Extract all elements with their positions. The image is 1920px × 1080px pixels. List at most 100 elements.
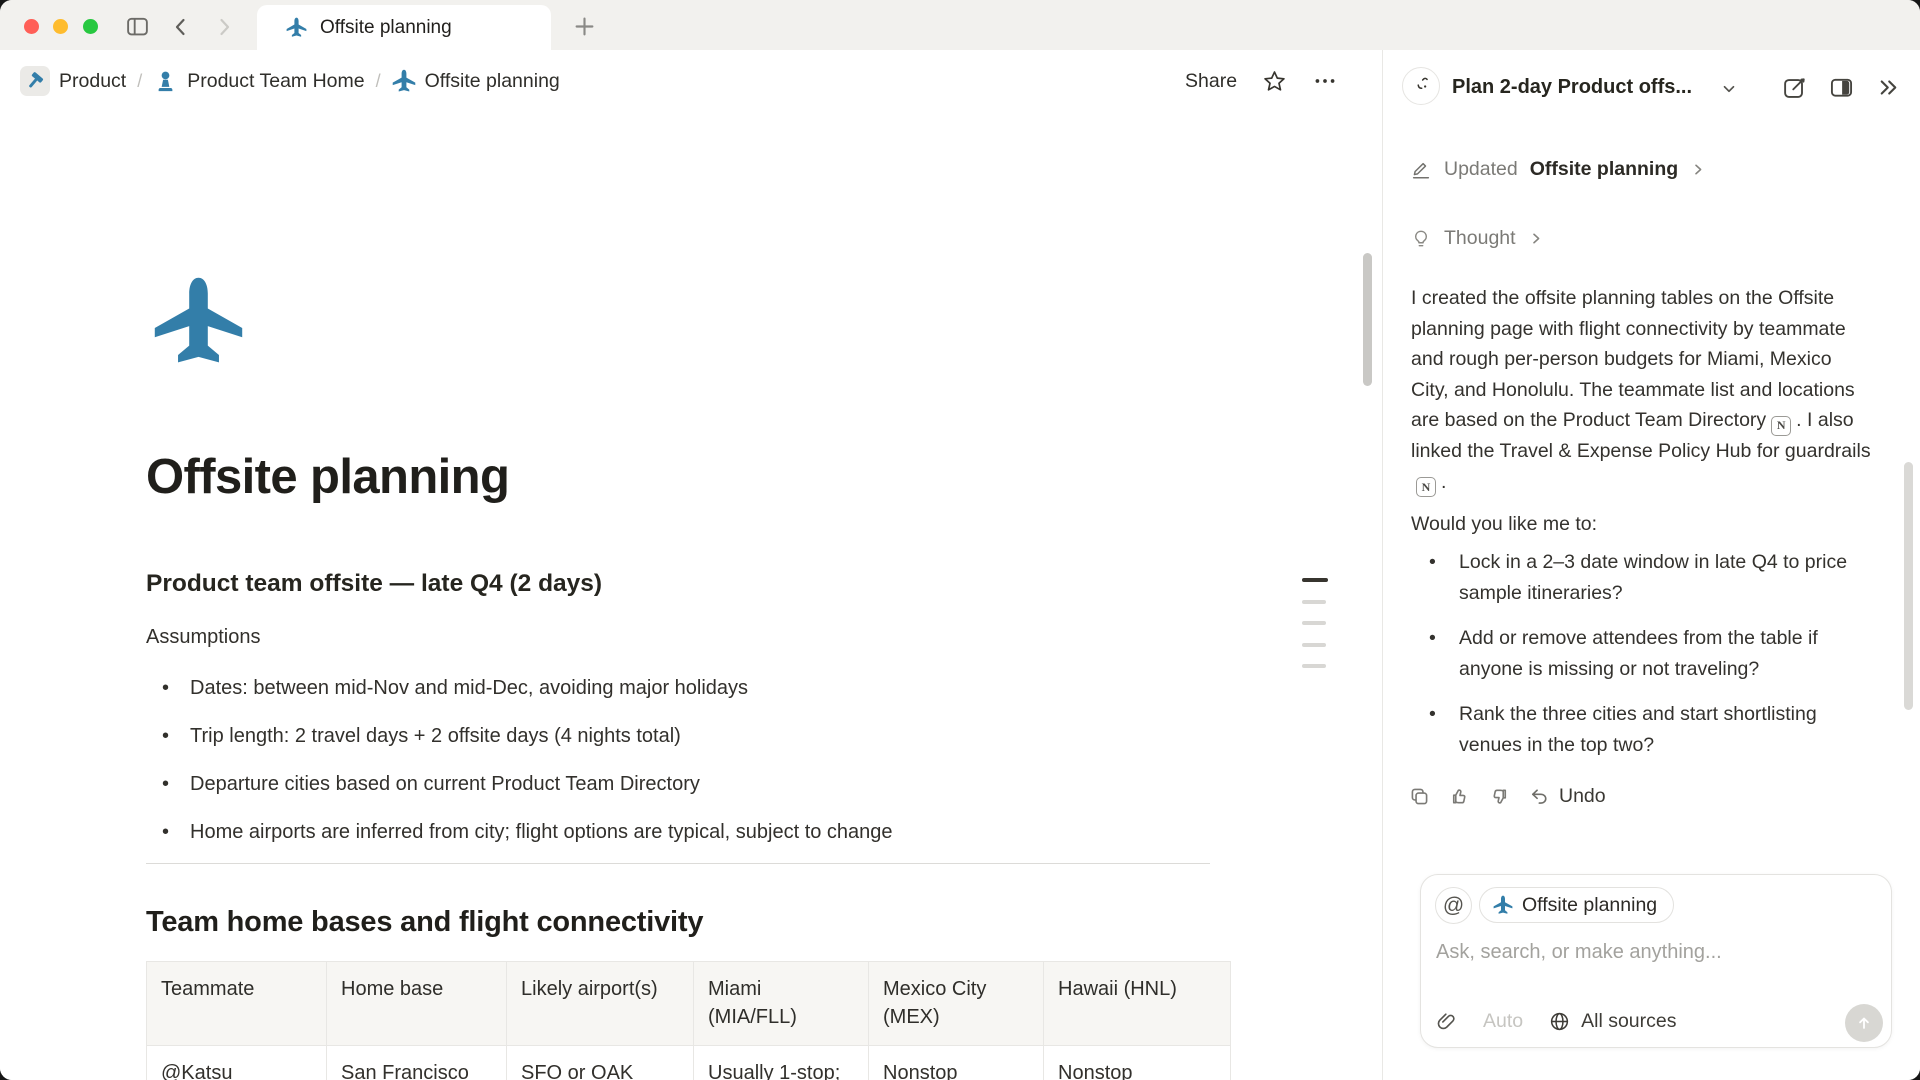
section-heading-offsite[interactable]: Product team offsite — late Q4 (2 days) (146, 570, 602, 598)
nav-forward-icon[interactable] (212, 15, 236, 39)
outline-dash[interactable] (1302, 664, 1326, 668)
notion-page-badge-icon[interactable]: N (1771, 416, 1791, 436)
outline-dash[interactable] (1302, 643, 1326, 647)
topbar-actions: Share (1185, 50, 1338, 112)
airplane-icon (392, 69, 416, 93)
table-header-cell[interactable]: Likely airport(s) (507, 962, 694, 1046)
connectivity-table: Teammate Home base Likely airport(s) Mia… (146, 961, 1231, 1080)
ai-panel-header: Plan 2-day Product offs... (1383, 50, 1920, 112)
nav-back-icon[interactable] (169, 15, 193, 39)
updated-page-name: Offsite planning (1530, 158, 1678, 181)
thumbs-up-icon[interactable] (1448, 785, 1471, 808)
table-header-cell[interactable]: Home base (327, 962, 507, 1046)
sidebar-toggle-icon[interactable] (125, 14, 150, 39)
window-minimize-button[interactable] (53, 19, 68, 34)
section-heading-table[interactable]: Team home bases and flight connectivity (146, 906, 703, 939)
updated-label: Updated (1444, 158, 1518, 181)
chevron-right-icon (1528, 230, 1545, 247)
outline-dash[interactable] (1302, 600, 1326, 604)
chat-input-box[interactable]: @ Offsite planning Ask, search, or make … (1420, 874, 1892, 1048)
table-header-cell[interactable]: Teammate (147, 962, 327, 1046)
outline-dash[interactable] (1302, 621, 1326, 625)
list-item[interactable]: Departure cities based on current Produc… (152, 769, 893, 799)
app-window: Offsite planning Product / Product Team … (0, 0, 1920, 1080)
more-options-icon[interactable] (1312, 68, 1338, 94)
tab-label: Offsite planning (320, 17, 452, 39)
thumbs-down-icon[interactable] (1488, 785, 1511, 808)
outline-dash[interactable] (1302, 578, 1328, 582)
top-bar: Product / Product Team Home / Offsite pl… (0, 50, 1382, 112)
assumptions-label[interactable]: Assumptions (146, 626, 261, 649)
suggestion-item[interactable]: Add or remove attendees from the table i… (1411, 623, 1851, 684)
suggestion-item[interactable]: Lock in a 2–3 date window in late Q4 to … (1411, 547, 1851, 608)
new-tab-button[interactable] (570, 12, 598, 40)
thread-title[interactable]: Plan 2-day Product offs... (1452, 76, 1692, 99)
undo-button[interactable]: Undo (1528, 785, 1606, 808)
table-header-cell[interactable]: Mexico City (MEX) (869, 962, 1044, 1046)
document-scrollbar[interactable] (1363, 253, 1372, 386)
ai-panel: Plan 2-day Product offs... Updated (1383, 50, 1920, 1080)
table-header-cell[interactable]: Miami (MIA/FLL) (694, 962, 869, 1046)
table-header-cell[interactable]: Hawaii (HNL) (1044, 962, 1231, 1046)
window-close-button[interactable] (24, 19, 39, 34)
ai-suggestions-list: Lock in a 2–3 date window in late Q4 to … (1411, 547, 1851, 776)
suggestion-item[interactable]: Rank the three cities and start shortlis… (1411, 699, 1851, 760)
table-cell[interactable]: Usually 1-stop; (694, 1046, 869, 1080)
attachment-paperclip-icon[interactable] (1435, 1010, 1458, 1033)
list-item[interactable]: Trip length: 2 travel days + 2 offsite d… (152, 721, 893, 751)
table-cell[interactable]: Nonstop (1044, 1046, 1231, 1080)
table-cell[interactable]: San Francisco (327, 1046, 507, 1080)
response-actions: Undo (1408, 785, 1606, 808)
breadcrumb-item-offsite-planning[interactable]: Offsite planning (392, 69, 560, 93)
panel-header-icons (1782, 75, 1901, 100)
compose-icon[interactable] (1782, 75, 1807, 100)
chevron-down-icon[interactable] (1720, 80, 1738, 98)
page-airplane-icon[interactable] (152, 275, 245, 368)
page-title[interactable]: Offsite planning (146, 449, 509, 505)
chevron-right-icon (1690, 161, 1707, 178)
arrow-up-icon (1854, 1013, 1874, 1033)
lightbulb-icon (1410, 228, 1432, 250)
tab-strip: Offsite planning (0, 0, 1920, 50)
ai-face-icon[interactable] (1402, 67, 1440, 105)
breadcrumb-item-product[interactable]: Product (20, 66, 126, 96)
favorite-star-icon[interactable] (1261, 68, 1288, 95)
pencil-edit-icon (1410, 159, 1432, 181)
globe-icon (1548, 1010, 1571, 1033)
share-button[interactable]: Share (1185, 70, 1237, 93)
mention-button[interactable]: @ (1435, 887, 1472, 924)
all-sources-label: All sources (1581, 1010, 1676, 1033)
panel-layout-toggle-icon[interactable] (1829, 75, 1854, 100)
airplane-icon (286, 17, 307, 38)
assumptions-list: Dates: between mid-Nov and mid-Dec, avoi… (152, 673, 893, 865)
panel-scrollbar[interactable] (1904, 462, 1913, 710)
send-button[interactable] (1845, 1004, 1883, 1042)
context-chip-offsite-planning[interactable]: Offsite planning (1479, 887, 1674, 923)
chat-toolbar: Auto All sources (1435, 1010, 1677, 1033)
window-zoom-button[interactable] (83, 19, 98, 34)
hammer-icon (20, 66, 50, 96)
table-cell[interactable]: Nonstop (869, 1046, 1044, 1080)
list-item[interactable]: Dates: between mid-Nov and mid-Dec, avoi… (152, 673, 893, 703)
breadcrumb-label: Product (59, 70, 126, 93)
auto-mode-button[interactable]: Auto (1483, 1010, 1523, 1033)
list-item[interactable]: Home airports are inferred from city; fl… (152, 817, 893, 847)
all-sources-button[interactable]: All sources (1548, 1010, 1676, 1033)
breadcrumb-separator: / (374, 71, 383, 92)
undo-arrow-icon (1528, 785, 1551, 808)
thought-row[interactable]: Thought (1410, 227, 1545, 250)
chat-input[interactable]: Ask, search, or make anything... (1436, 941, 1866, 964)
table-cell[interactable]: SFO or OAK (507, 1046, 694, 1080)
copy-icon[interactable] (1408, 785, 1431, 808)
collapse-panel-icon[interactable] (1876, 75, 1901, 100)
notion-page-badge-icon[interactable]: N (1416, 477, 1436, 497)
document-area: Offsite planning Product team offsite — … (0, 112, 1382, 1080)
tab-offsite-planning[interactable]: Offsite planning (257, 5, 551, 50)
ai-response-paragraph: I created the offsite planning tables on… (1411, 283, 1873, 497)
outline-indicator[interactable] (1302, 578, 1328, 686)
breadcrumb-item-product-team-home[interactable]: Product Team Home (153, 69, 364, 94)
table-cell[interactable]: @Katsu (147, 1046, 327, 1080)
updated-page-row[interactable]: Updated Offsite planning (1410, 158, 1707, 181)
context-chip-label: Offsite planning (1522, 894, 1657, 917)
pawn-person-icon (153, 69, 178, 94)
